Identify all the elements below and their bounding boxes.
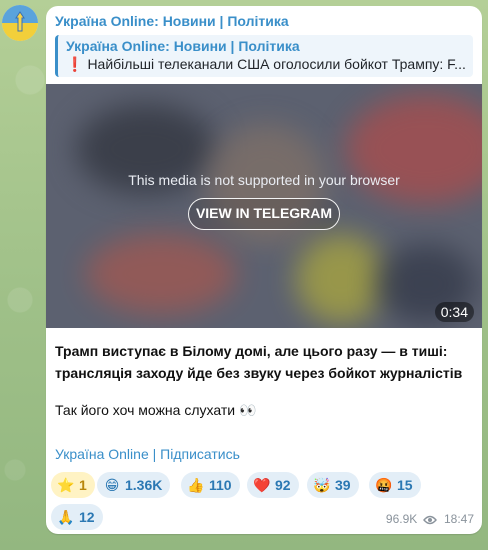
reaction-thumbs-up[interactable]: 👍 110: [181, 472, 240, 498]
reply-text-content: Найбільші телеканали США оголосили бойко…: [87, 56, 466, 72]
heart-icon: ❤️: [253, 477, 271, 493]
view-count: 96.9K: [385, 512, 418, 526]
thumbs-up-icon: 👍: [187, 477, 205, 493]
post-note: Так його хоч можна слухати 👀: [55, 402, 257, 418]
view-in-telegram-button[interactable]: VIEW IN TELEGRAM: [188, 198, 340, 230]
reaction-mind-blown[interactable]: 🤯 39: [307, 472, 359, 498]
subscribe-link[interactable]: Україна Online | Підписатись: [55, 446, 240, 462]
grin-icon: 😁: [104, 477, 120, 493]
reaction-star[interactable]: ⭐ 1: [51, 472, 95, 498]
reaction-grin[interactable]: 😁 1.36K: [97, 472, 171, 498]
post-caption: Трамп виступає в Білому домі, але цього …: [55, 343, 463, 381]
swearing-face-icon: 🤬: [375, 477, 393, 493]
video-duration: 0:34: [434, 302, 474, 322]
reaction-count: 1: [79, 477, 87, 493]
reply-title: Україна Online: Новини | Політика: [66, 38, 300, 54]
message-bubble: Україна Online: Новини | Політика Україн…: [46, 6, 482, 534]
reply-text: ❗ Найбільші телеканали США оголосили бойк…: [66, 55, 466, 74]
reaction-count: 1.36K: [125, 477, 163, 493]
reaction-heart[interactable]: ❤️ 92: [247, 472, 299, 498]
reaction-count: 110: [209, 477, 232, 493]
video-preview[interactable]: This media is not supported in your brow…: [46, 84, 482, 328]
avatar-emblem-icon: [2, 5, 38, 41]
mind-blown-icon: 🤯: [313, 477, 331, 493]
pray-icon: 🙏: [57, 509, 75, 525]
reaction-count: 92: [275, 477, 291, 493]
exclamation-icon: ❗: [66, 56, 84, 72]
eye-icon: [422, 514, 437, 528]
reaction-count: 15: [397, 477, 413, 493]
channel-name[interactable]: Україна Online: Новини | Політика: [55, 13, 289, 29]
unsupported-media-message: This media is not supported in your brow…: [128, 172, 400, 188]
reply-quote[interactable]: Україна Online: Новини | Політика ❗ Найбі…: [55, 35, 473, 77]
star-icon: ⭐: [57, 477, 75, 493]
reaction-count: 39: [335, 477, 351, 493]
reaction-count: 12: [79, 509, 95, 525]
reaction-pray[interactable]: 🙏 12: [51, 504, 103, 530]
channel-avatar[interactable]: [2, 5, 38, 41]
reaction-swearing[interactable]: 🤬 15: [369, 472, 421, 498]
message-time: 18:47: [443, 512, 474, 526]
message-meta: 96.9K 18:47: [386, 512, 474, 528]
